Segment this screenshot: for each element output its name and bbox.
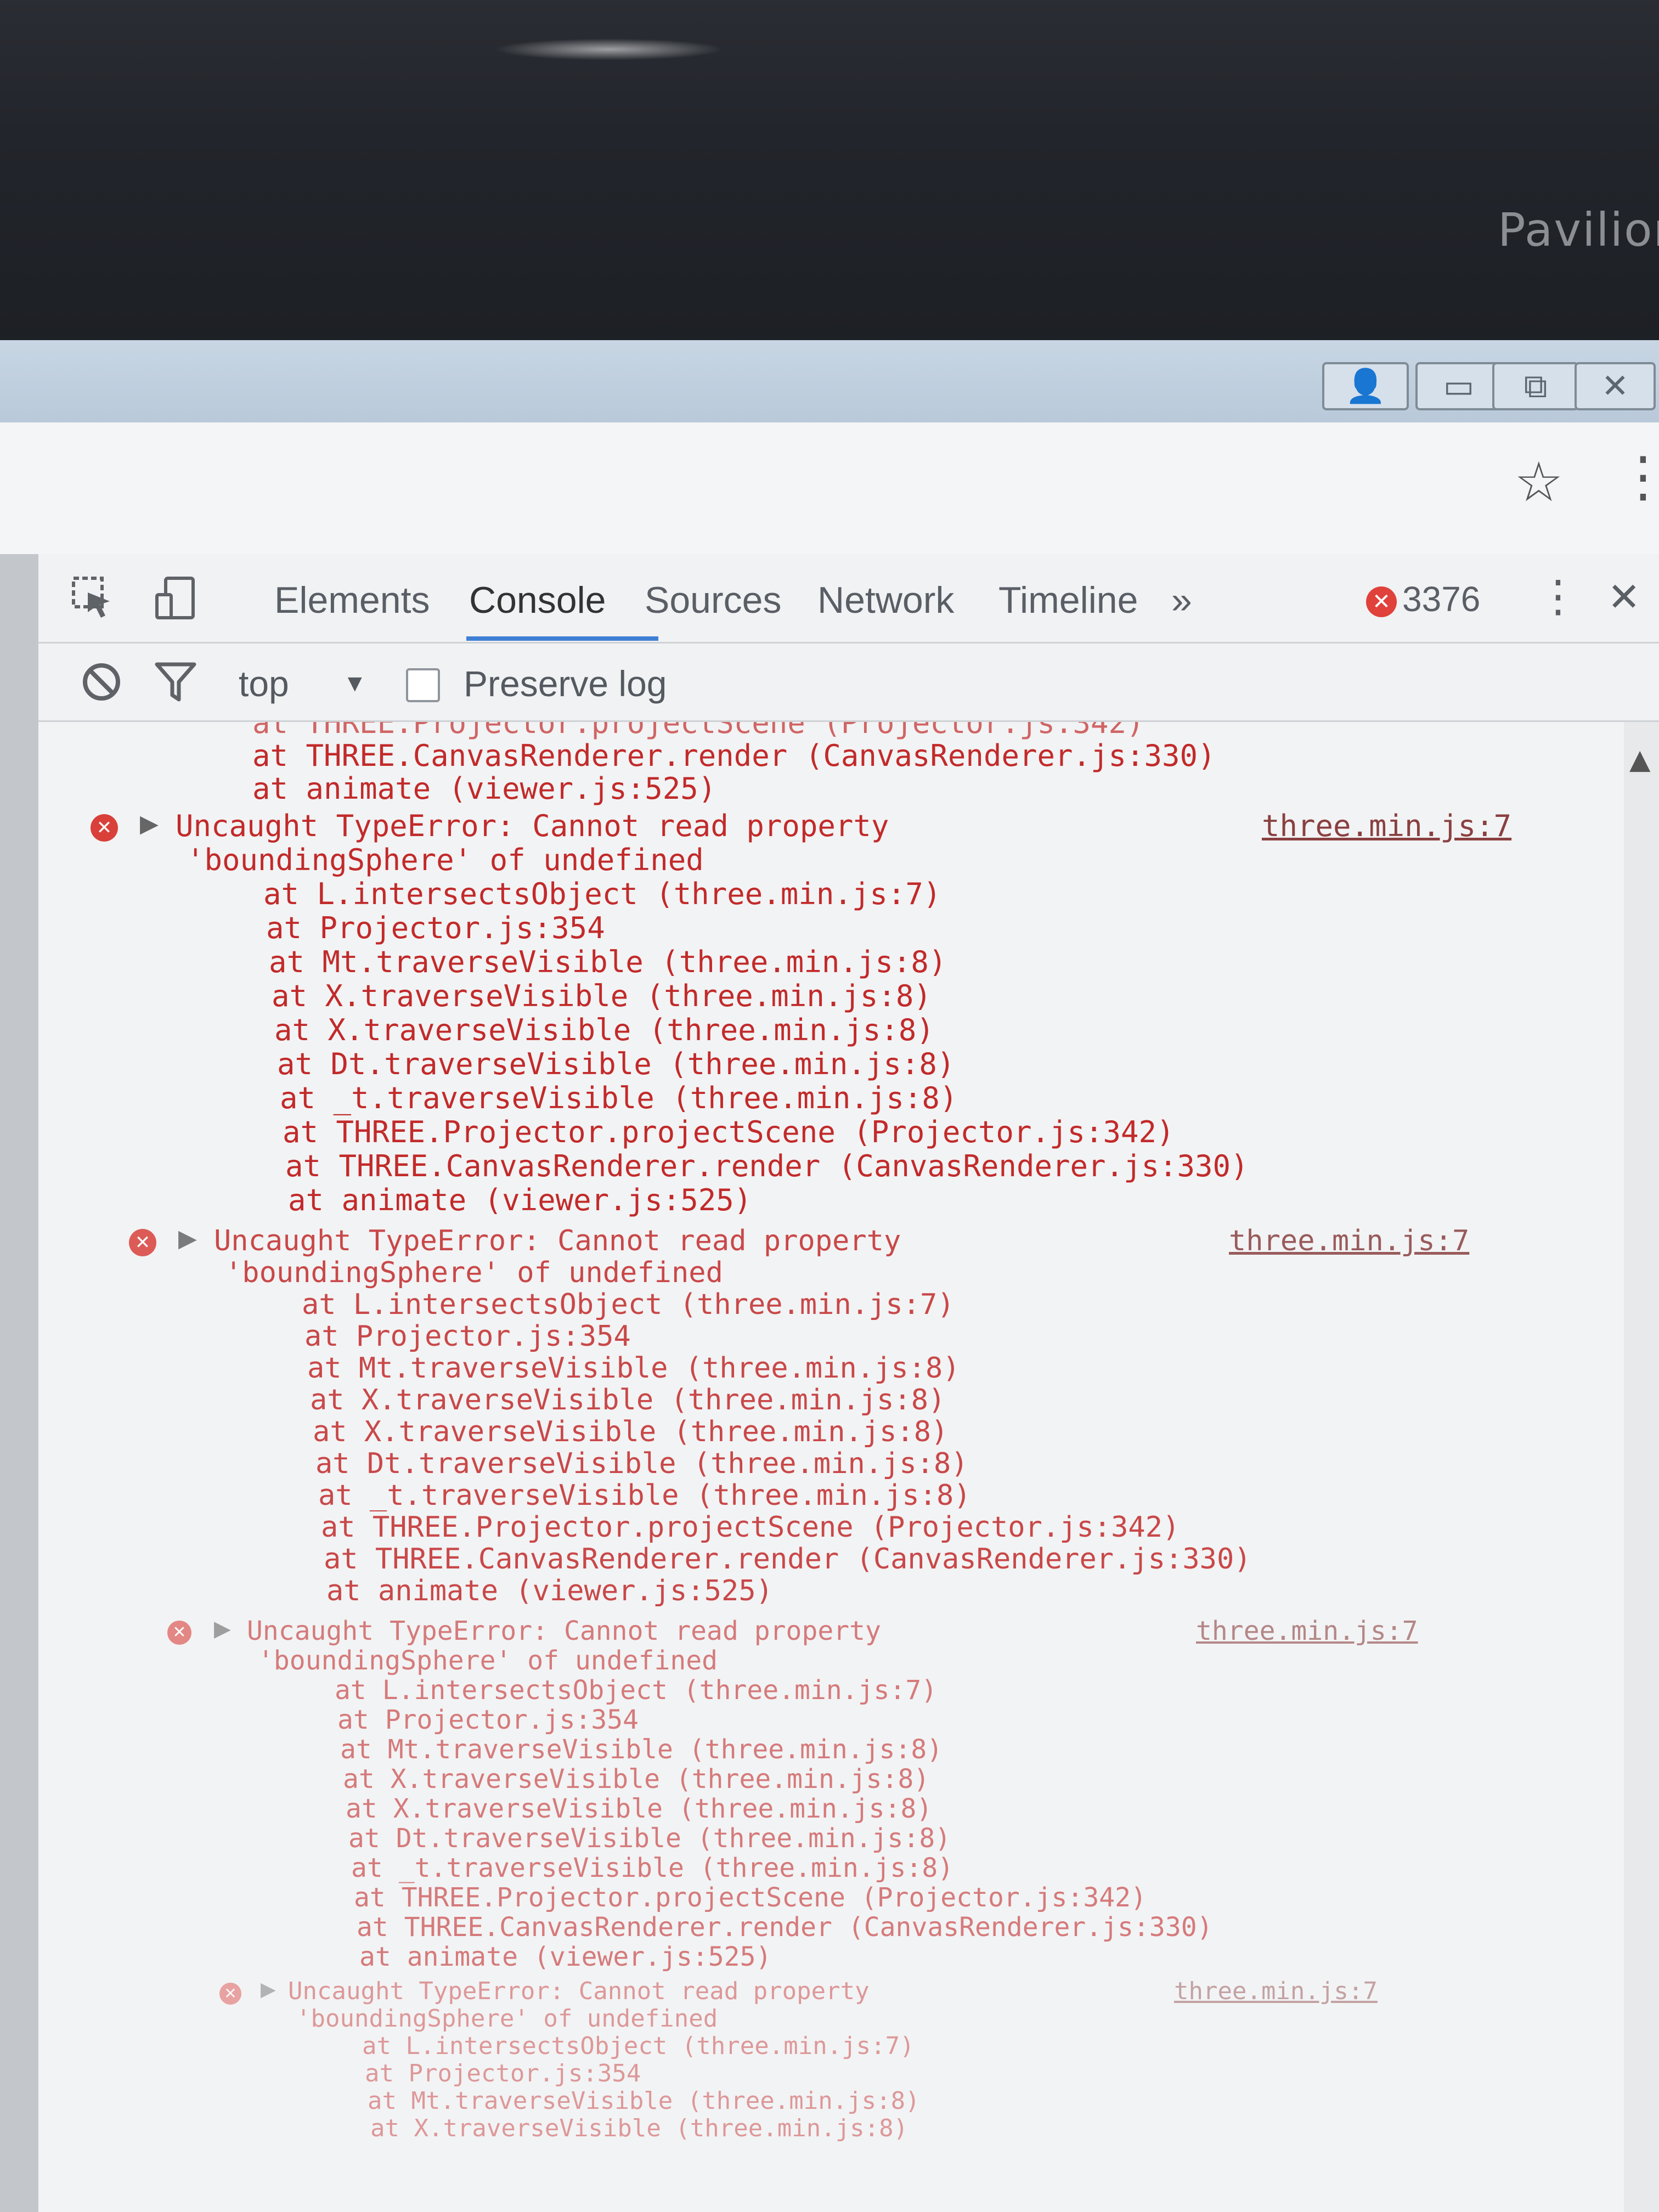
browser-toolbar: ☆ ⋮	[0, 422, 1659, 556]
stack-frame: at THREE.Projector.projectScene (Project…	[283, 1115, 1175, 1149]
page-viewport-edge	[0, 554, 38, 2212]
context-selector[interactable]: top	[239, 663, 289, 704]
tab-elements[interactable]: Elements	[274, 579, 430, 622]
tab-console[interactable]: Console	[469, 579, 606, 622]
stack-frame: at Mt.traverseVisible (three.min.js:8)	[340, 1734, 943, 1765]
stack-frame: at Dt.traverseVisible (three.min.js:8)	[277, 1047, 955, 1081]
stack-frame: at THREE.CanvasRenderer.render (CanvasRe…	[285, 1149, 1249, 1183]
stack-frame: at animate (viewer.js:525)	[359, 1942, 772, 1972]
stack-frame: at THREE.CanvasRenderer.render (CanvasRe…	[357, 1912, 1213, 1943]
error-message: Uncaught TypeError: Cannot read property	[214, 1224, 901, 1257]
console-line: at animate (viewer.js:525)	[252, 771, 716, 806]
console-line: at THREE.Projector.projectScene (Project…	[252, 722, 1144, 740]
stack-frame: at X.traverseVisible (three.min.js:8)	[343, 1764, 930, 1795]
stack-frame: at Projector.js:354	[266, 911, 605, 945]
filter-icon[interactable]	[154, 660, 198, 704]
stack-frame: at X.traverseVisible (three.min.js:8)	[370, 2114, 909, 2142]
screen-glare	[494, 38, 724, 60]
stack-frame: at Projector.js:354	[304, 1320, 631, 1353]
stack-frame: at animate (viewer.js:525)	[326, 1575, 773, 1607]
stack-frame: at Dt.traverseVisible (three.min.js:8)	[315, 1447, 968, 1480]
tab-timeline[interactable]: Timeline	[998, 579, 1138, 622]
screen: 👤 ▭ ⧉ ✕ ☆ ⋮ Elements Console Sources Net…	[0, 340, 1659, 2212]
error-icon: ✕	[129, 1229, 156, 1256]
scroll-up-arrow-icon[interactable]: ▲	[1629, 743, 1650, 775]
more-tabs-chevron-icon[interactable]: »	[1171, 579, 1192, 622]
preserve-log-checkbox[interactable]	[406, 668, 440, 702]
stack-frame: at L.intersectsObject (three.min.js:7)	[263, 877, 941, 911]
console-line: at THREE.CanvasRenderer.render (CanvasRe…	[252, 738, 1216, 773]
console-scrollbar[interactable]	[1624, 722, 1659, 2212]
error-message: 'boundingSphere' of undefined	[296, 2005, 718, 2033]
error-source-link[interactable]: three.min.js:7	[1229, 1224, 1469, 1257]
error-message: 'boundingSphere' of undefined	[225, 1256, 723, 1289]
stack-frame: at L.intersectsObject (three.min.js:7)	[335, 1675, 938, 1706]
monitor-brand-logo: Pavilion	[1498, 203, 1659, 257]
expand-triangle-icon[interactable]: ▶	[214, 1616, 231, 1641]
tab-sources[interactable]: Sources	[645, 579, 781, 622]
console-output: at THREE.Projector.projectScene (Project…	[38, 722, 1624, 2212]
stack-frame: at Projector.js:354	[337, 1705, 639, 1735]
stack-frame: at _t.traverseVisible (three.min.js:8)	[318, 1479, 971, 1512]
stack-frame: at X.traverseVisible (three.min.js:8)	[313, 1415, 949, 1448]
stack-frame: at L.intersectsObject (three.min.js:7)	[302, 1288, 955, 1321]
devtools-tabbar: Elements Console Sources Network Timelin…	[38, 554, 1659, 644]
chevron-down-icon[interactable]: ▼	[343, 670, 367, 697]
stack-frame: at Mt.traverseVisible (three.min.js:8)	[368, 2087, 920, 2115]
restore-button[interactable]: ⧉	[1492, 362, 1579, 410]
expand-triangle-icon[interactable]: ▶	[140, 810, 159, 838]
error-icon: ✕	[91, 814, 118, 842]
bookmark-star-icon[interactable]: ☆	[1514, 450, 1564, 514]
tab-network[interactable]: Network	[817, 579, 954, 622]
stack-frame: at Mt.traverseVisible (three.min.js:8)	[307, 1352, 960, 1385]
error-icon: ✕	[167, 1621, 191, 1645]
monitor-bezel: Pavilion	[0, 0, 1659, 340]
devtools-menu-icon[interactable]: ⋮	[1536, 571, 1580, 622]
error-message: 'boundingSphere' of undefined	[258, 1645, 718, 1676]
device-toolbar-icon[interactable]	[154, 576, 198, 620]
close-devtools-icon[interactable]: ✕	[1607, 574, 1640, 620]
error-message: Uncaught TypeError: Cannot read property	[247, 1616, 881, 1646]
error-icon: ✕	[1366, 586, 1397, 618]
console-filterbar: top ▼ Preserve log	[38, 644, 1659, 722]
inspect-element-icon[interactable]	[71, 576, 115, 620]
stack-frame: at _t.traverseVisible (three.min.js:8)	[280, 1081, 958, 1115]
profile-icon[interactable]: 👤	[1322, 362, 1409, 410]
window-titlebar: 👤 ▭ ⧉ ✕	[0, 340, 1659, 422]
error-message: Uncaught TypeError: Cannot read property	[288, 1977, 870, 2005]
stack-frame: at Mt.traverseVisible (three.min.js:8)	[269, 945, 947, 979]
clear-console-icon[interactable]	[80, 660, 123, 704]
stack-frame: at THREE.CanvasRenderer.render (CanvasRe…	[324, 1543, 1251, 1576]
error-source-link[interactable]: three.min.js:7	[1196, 1616, 1418, 1646]
error-source-link[interactable]: three.min.js:7	[1262, 810, 1511, 843]
close-window-button[interactable]: ✕	[1575, 362, 1656, 410]
preserve-log-label: Preserve log	[464, 663, 667, 704]
stack-frame: at X.traverseVisible (three.min.js:8)	[310, 1384, 946, 1417]
expand-triangle-icon[interactable]: ▶	[178, 1224, 197, 1252]
active-tab-indicator	[466, 636, 658, 641]
stack-frame: at THREE.Projector.projectScene (Project…	[354, 1882, 1147, 1913]
minimize-button[interactable]: ▭	[1415, 362, 1502, 410]
devtools-panel: Elements Console Sources Network Timelin…	[0, 554, 1659, 2212]
error-source-link[interactable]: three.min.js:7	[1174, 1978, 1378, 2005]
error-message: 'boundingSphere' of undefined	[187, 843, 704, 877]
stack-frame: at X.traverseVisible (three.min.js:8)	[272, 979, 932, 1013]
stack-frame: at _t.traverseVisible (three.min.js:8)	[351, 1853, 954, 1883]
stack-frame: at animate (viewer.js:525)	[288, 1183, 752, 1217]
stack-frame: at THREE.Projector.projectScene (Project…	[321, 1511, 1180, 1544]
error-count: 3376	[1402, 579, 1481, 619]
error-count-badge[interactable]: ✕ 3376	[1366, 579, 1480, 619]
stack-frame: at L.intersectsObject (three.min.js:7)	[362, 2032, 915, 2060]
stack-frame: at X.traverseVisible (three.min.js:8)	[346, 1793, 933, 1824]
stack-frame: at X.traverseVisible (three.min.js:8)	[274, 1013, 934, 1047]
stack-frame: at Dt.traverseVisible (three.min.js:8)	[348, 1823, 951, 1854]
error-message: Uncaught TypeError: Cannot read property	[176, 809, 889, 843]
error-icon: ✕	[219, 1983, 241, 2005]
expand-triangle-icon[interactable]: ▶	[261, 1978, 276, 2001]
stack-frame: at Projector.js:354	[365, 2059, 641, 2087]
browser-menu-icon[interactable]: ⋮	[1616, 444, 1659, 509]
